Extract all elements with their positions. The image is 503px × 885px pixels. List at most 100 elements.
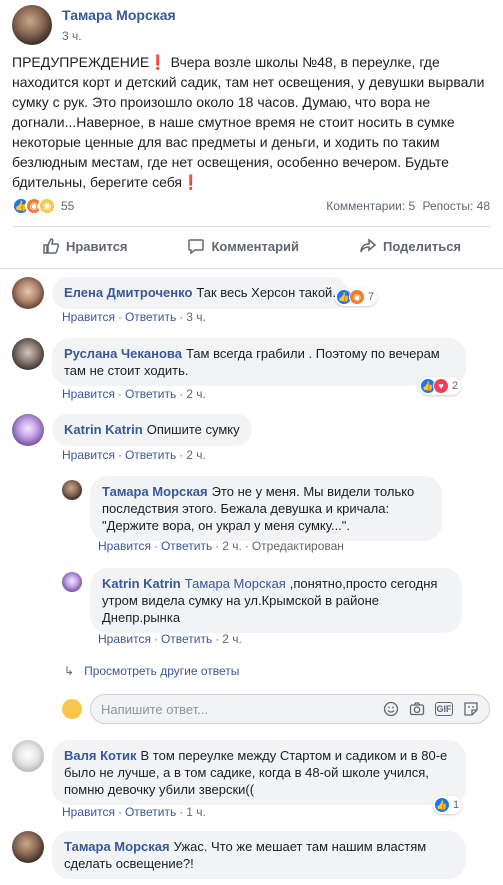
reply-composer: Напишите ответ... GIF: [62, 693, 490, 725]
comment-reaction-count: 2: [452, 380, 459, 392]
reaction-summary[interactable]: 👍 ◉ ◉ 55: [12, 197, 74, 215]
comment-bubble: Тамара Морская Это не у меня. Мы видели т…: [90, 476, 442, 541]
author-avatar[interactable]: [12, 5, 52, 45]
reply-placeholder: Напишите ответ...: [101, 701, 209, 717]
comment-bubble: Руслана Чеканова Там всегда грабили . Поэ…: [52, 338, 466, 386]
post-header: Тамара Морская 3 ч.: [12, 5, 176, 45]
reply: Katrin Katrin Тамара Морская ,понятно,прос…: [62, 568, 462, 633]
avatar[interactable]: [12, 740, 44, 772]
comment-like-link[interactable]: Нравится: [98, 632, 151, 646]
comment-meta: Нравится · Ответить · 2 ч.: [62, 448, 206, 462]
comment: Katrin Katrin Опишите сумку: [12, 414, 252, 446]
comment: Тамара Морская Ужас. Что же мешает там на…: [12, 831, 466, 879]
avatar[interactable]: [62, 480, 82, 500]
comment-time[interactable]: 2 ч.: [222, 632, 242, 646]
avatar[interactable]: [12, 338, 44, 370]
sticker-icon[interactable]: [463, 701, 479, 717]
comment-bubble: Katrin Katrin Опишите сумку: [52, 414, 252, 446]
comment-text: Так весь Херсон такой.: [196, 285, 336, 300]
avatar[interactable]: [62, 572, 82, 592]
comment-author[interactable]: Валя Котик: [64, 748, 137, 763]
comment-reply-link[interactable]: Ответить: [125, 805, 176, 819]
comment-bubble: Елена Дмитроченко Так весь Херсон такой.: [52, 277, 348, 309]
like-reaction-icon: 👍: [434, 797, 450, 813]
comment-reply-link[interactable]: Ответить: [161, 539, 212, 553]
comment-bubble: Валя Котик В том переулке между Стартом и…: [52, 740, 466, 805]
comment-like-link[interactable]: Нравится: [62, 310, 115, 324]
reaction-count: 55: [61, 199, 75, 213]
comment: Елена Дмитроченко Так весь Херсон такой.: [12, 277, 348, 309]
comment-meta: Нравится · Ответить · 2 ч. · Отредактирован: [98, 539, 344, 553]
emoji-icon[interactable]: [383, 701, 399, 717]
post-actions: Нравится Комментарий Поделиться: [12, 228, 491, 264]
comment-author[interactable]: Тамара Морская: [64, 839, 170, 854]
comment-meta: Нравится · Ответить · 2 ч.: [62, 387, 206, 401]
comment-reactions[interactable]: 👍 ♥ 2: [419, 377, 462, 395]
reposts-count-link[interactable]: Репосты: 48: [423, 199, 490, 213]
comment-meta: Нравится · Ответить · 2 ч.: [98, 632, 242, 646]
avatar[interactable]: [12, 277, 44, 309]
thumbs-up-icon: [43, 238, 60, 254]
comment-mention[interactable]: Тамара Морская: [185, 576, 286, 591]
comment-icon: [188, 239, 205, 255]
comment-like-link[interactable]: Нравится: [62, 448, 115, 462]
post-author-name[interactable]: Тамара Морская: [62, 7, 176, 23]
comment-reply-link[interactable]: Ответить: [125, 448, 176, 462]
camera-icon[interactable]: [409, 701, 425, 717]
post-header-text: Тамара Морская 3 ч.: [62, 7, 176, 43]
comment-author[interactable]: Katrin Katrin: [64, 422, 143, 437]
angry-reaction-icon: ◉: [349, 289, 365, 305]
comment-time[interactable]: 2 ч.: [222, 539, 242, 553]
avatar[interactable]: [12, 831, 44, 863]
comment-time[interactable]: 3 ч.: [186, 310, 206, 324]
divider: [12, 226, 491, 227]
current-user-avatar: [62, 699, 82, 719]
edited-label[interactable]: Отредактирован: [252, 539, 344, 553]
comment-bubble: Тамара Морская Ужас. Что же мешает там на…: [52, 831, 466, 879]
reply-arrow-icon: ↳: [64, 664, 75, 678]
like-button-label: Нравится: [65, 238, 128, 254]
comment-reaction-count: 1: [453, 799, 460, 811]
post-timestamp[interactable]: 3 ч.: [62, 29, 176, 43]
share-icon: [360, 238, 377, 253]
avatar[interactable]: [12, 414, 44, 446]
share-button[interactable]: Поделиться: [359, 237, 461, 255]
comment-text: Опишите сумку: [146, 422, 240, 437]
comment-like-link[interactable]: Нравится: [62, 805, 115, 819]
sad-reaction-icon: ◉: [38, 197, 56, 215]
comment-button[interactable]: Комментарий: [187, 237, 299, 255]
post-stats: 👍 ◉ ◉ 55 Комментарии: 5 Репосты: 48: [12, 196, 490, 216]
comment-reactions[interactable]: 👍 1: [433, 796, 463, 814]
stats-right: Комментарии: 5 Репосты: 48: [322, 199, 490, 213]
heart-reaction-icon: ♥: [433, 378, 449, 394]
comment-author[interactable]: Елена Дмитроченко: [64, 285, 192, 300]
comment-reactions[interactable]: 👍 ◉ 7: [335, 288, 378, 306]
comment-author[interactable]: Тамара Морская: [102, 484, 208, 499]
comment-reply-link[interactable]: Ответить: [125, 387, 176, 401]
comment-author[interactable]: Katrin Katrin: [102, 576, 181, 591]
comment: Валя Котик В том переулке между Стартом и…: [12, 740, 466, 805]
reply: Тамара Морская Это не у меня. Мы видели т…: [62, 476, 442, 541]
comment-bubble: Katrin Katrin Тамара Морская ,понятно,прос…: [90, 568, 462, 633]
comment-time[interactable]: 2 ч.: [186, 387, 206, 401]
comment-button-label: Комментарий: [211, 238, 300, 254]
comments-count-link[interactable]: Комментарии: 5: [326, 199, 415, 213]
share-button-label: Поделиться: [382, 238, 462, 254]
comment-like-link[interactable]: Нравится: [98, 539, 151, 553]
comment-like-link[interactable]: Нравится: [62, 387, 115, 401]
like-button[interactable]: Нравится: [42, 237, 128, 255]
see-more-replies-label: Просмотреть другие ответы: [84, 664, 240, 678]
see-more-replies-link[interactable]: ↳ Просмотреть другие ответы: [64, 664, 239, 678]
comment-time[interactable]: 2 ч.: [186, 448, 206, 462]
comment-meta: Нравится · Ответить · 3 ч.: [62, 310, 206, 324]
reply-input[interactable]: Напишите ответ... GIF: [90, 694, 490, 724]
gif-icon[interactable]: GIF: [435, 702, 453, 716]
comment-reply-link[interactable]: Ответить: [125, 310, 176, 324]
comment-reaction-count: 7: [368, 291, 375, 303]
post-text: ПРЕДУПРЕЖДЕНИЕ❗ Вчера возле школы №48, в…: [12, 54, 485, 190]
comment-author[interactable]: Руслана Чеканова: [64, 346, 182, 361]
comment: Руслана Чеканова Там всегда грабили . Поэ…: [12, 338, 466, 386]
comment-meta: Нравится · Ответить · 1 ч.: [62, 805, 206, 819]
comment-time[interactable]: 1 ч.: [186, 805, 206, 819]
comment-reply-link[interactable]: Ответить: [161, 632, 212, 646]
